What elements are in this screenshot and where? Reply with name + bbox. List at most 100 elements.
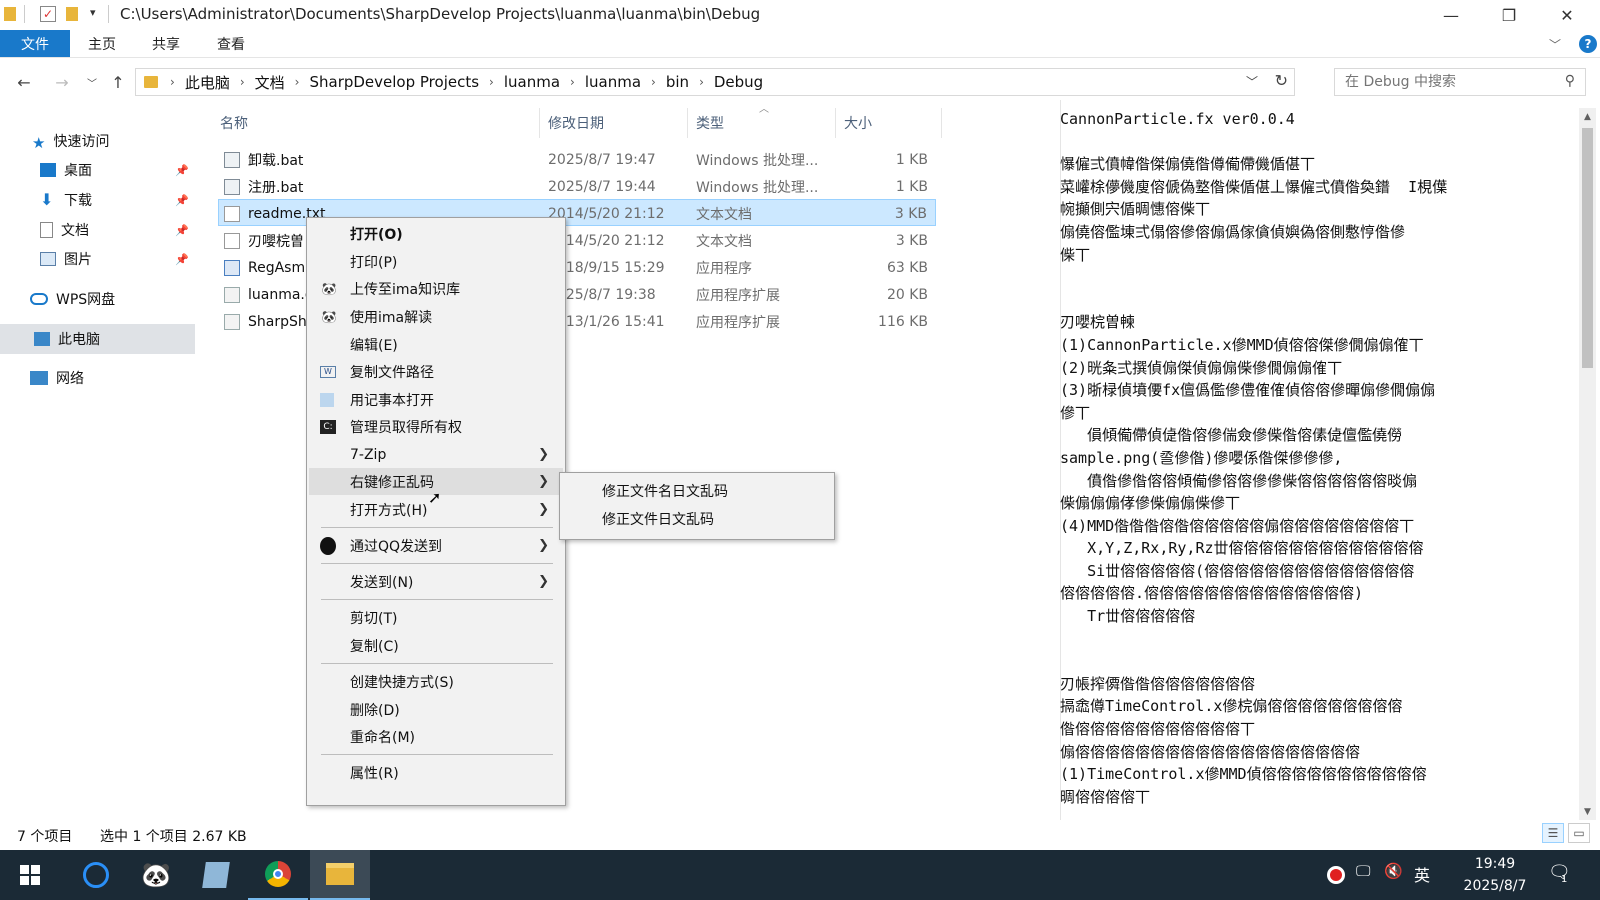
chevron-right-icon[interactable]: › — [570, 75, 575, 89]
menu-copy-path[interactable]: W 复制文件路径 — [309, 358, 563, 385]
tab-file[interactable]: 文件 — [0, 30, 70, 57]
menu-label: 管理员取得所有权 — [350, 419, 462, 436]
preview-scrollbar[interactable]: ▲ ▼ — [1579, 108, 1596, 820]
recent-locations-icon[interactable]: ﹀ — [80, 70, 104, 94]
breadcrumb-this-pc[interactable]: 此电脑 — [185, 72, 230, 93]
expand-ribbon-icon[interactable]: ﹀ — [1549, 36, 1561, 53]
chevron-right-icon[interactable]: › — [699, 75, 704, 89]
record-icon[interactable] — [1327, 866, 1345, 884]
tab-home[interactable]: 主页 — [88, 30, 116, 57]
column-header-modified[interactable]: 修改日期 — [540, 108, 688, 138]
new-folder-quick-icon[interactable] — [66, 7, 78, 21]
details-view-icon[interactable]: ☰ — [1542, 823, 1564, 843]
nav-this-pc[interactable]: 此电脑 — [0, 324, 195, 354]
breadcrumb-luanma-inner[interactable]: luanma — [585, 73, 641, 91]
ime-indicator[interactable]: 英 — [1414, 862, 1430, 886]
properties-quick-icon[interactable]: ✓ — [40, 6, 56, 22]
menu-7zip[interactable]: 7-Zip ❯ — [309, 441, 563, 468]
nav-quick-access[interactable]: ★ 快速访问 — [0, 126, 195, 156]
scroll-thumb[interactable] — [1582, 128, 1593, 368]
menu-delete[interactable]: 删除(D) — [309, 696, 563, 723]
dll-file-icon — [224, 286, 240, 303]
submenu-fix-file[interactable]: 修正文件日文乱码 — [602, 509, 714, 529]
taskbar-app-feishu[interactable] — [66, 850, 126, 900]
chevron-down-icon[interactable]: ﹀ — [1246, 73, 1258, 90]
scroll-down-icon[interactable]: ▼ — [1579, 803, 1596, 820]
sort-ascending-icon: ︿ — [759, 104, 769, 115]
breadcrumb-debug[interactable]: Debug — [714, 73, 763, 91]
file-row[interactable]: 注册.bat 2025/8/7 19:44 Windows 批处理... 1 K… — [220, 173, 936, 200]
start-button[interactable] — [0, 850, 60, 900]
menu-copy[interactable]: 复制(C) — [309, 632, 563, 659]
chevron-right-icon[interactable]: › — [489, 75, 494, 89]
file-row[interactable]: 卸载.bat 2025/8/7 19:47 Windows 批处理... 1 K… — [220, 146, 936, 173]
menu-ima-read[interactable]: 🐼 使用ima解读 — [309, 303, 563, 330]
menu-separator — [321, 754, 553, 755]
back-arrow-icon[interactable]: ← — [12, 70, 36, 94]
breadcrumb-sharpdevelop[interactable]: SharpDevelop Projects — [309, 73, 479, 91]
file-name: 卸载.bat — [248, 152, 304, 169]
menu-rename[interactable]: 重命名(M) — [309, 723, 563, 750]
menu-edit[interactable]: 编辑(E) — [309, 331, 563, 358]
column-headers: 名称 修改日期 类型 大小 ︿ — [212, 104, 942, 138]
tab-share[interactable]: 共享 — [152, 30, 180, 57]
menu-label: 复制(C) — [350, 638, 399, 655]
volume-muted-icon[interactable]: 🔇 — [1384, 862, 1403, 880]
minimize-button[interactable]: — — [1428, 0, 1474, 30]
file-size: 116 KB — [878, 313, 928, 330]
menu-create-shortcut[interactable]: 创建快捷方式(S) — [309, 668, 563, 695]
scroll-up-icon[interactable]: ▲ — [1579, 108, 1596, 125]
chevron-right-icon[interactable]: › — [651, 75, 656, 89]
nav-pictures[interactable]: 图片 📌 — [0, 244, 195, 274]
tab-view[interactable]: 查看 — [217, 30, 245, 57]
taskbar-app-chrome[interactable] — [248, 850, 308, 900]
nav-desktop[interactable]: 桌面 📌 — [0, 155, 195, 185]
menu-print[interactable]: 打印(P) — [309, 248, 563, 275]
column-header-size[interactable]: 大小 — [836, 108, 942, 138]
menu-take-ownership[interactable]: C: 管理员取得所有权 — [309, 413, 563, 440]
address-bar[interactable]: › 此电脑 › 文档 › SharpDevelop Projects › lua… — [135, 68, 1295, 96]
network-tray-icon[interactable]: 🖵 — [1356, 862, 1370, 880]
divider — [24, 5, 25, 23]
nav-network[interactable]: 网络 — [0, 363, 195, 393]
breadcrumb-luanma[interactable]: luanma — [504, 73, 560, 91]
menu-upload-ima[interactable]: 🐼 上传至ima知识库 — [309, 275, 563, 302]
file-date: 2025/8/7 19:44 — [548, 178, 656, 195]
search-input[interactable] — [1335, 69, 1545, 95]
chevron-right-icon[interactable]: › — [170, 75, 175, 89]
submenu-fix-filename[interactable]: 修正文件名日文乱码 — [602, 481, 728, 501]
breadcrumb-bin[interactable]: bin — [666, 73, 689, 91]
menu-open[interactable]: 打开(O) — [309, 220, 563, 247]
file-type: Windows 批处理... — [696, 152, 819, 169]
taskbar-app-ima[interactable]: 🐼 — [126, 850, 186, 900]
window-title: C:\Users\Administrator\Documents\SharpDe… — [120, 5, 761, 23]
refresh-icon[interactable]: ↻ — [1275, 71, 1288, 90]
menu-properties[interactable]: 属性(R) — [309, 759, 563, 786]
nav-downloads[interactable]: ⬇ 下载 📌 — [0, 185, 195, 215]
menu-send-to[interactable]: 发送到(N) ❯ — [309, 568, 563, 595]
chevron-right-icon[interactable]: › — [295, 75, 300, 89]
customize-quick-access-icon[interactable]: ▾ — [90, 6, 106, 22]
restore-button[interactable]: ❐ — [1486, 0, 1532, 30]
notification-icon[interactable]: 🗨 — [1548, 862, 1571, 883]
search-box[interactable]: ⚲ — [1334, 68, 1586, 96]
close-button[interactable]: ✕ — [1544, 0, 1590, 30]
breadcrumb-documents[interactable]: 文档 — [255, 72, 285, 93]
forward-arrow-icon[interactable]: → — [50, 70, 74, 94]
search-icon[interactable]: ⚲ — [1565, 73, 1575, 89]
clock[interactable]: 19:49 2025/8/7 — [1460, 853, 1530, 897]
menu-separator — [321, 527, 553, 528]
menu-cut[interactable]: 剪切(T) — [309, 604, 563, 631]
large-icons-view-icon[interactable]: ▭ — [1568, 823, 1590, 843]
taskbar-app-explorer[interactable] — [310, 850, 370, 900]
menu-notepad[interactable]: 用记事本打开 — [309, 386, 563, 413]
up-arrow-icon[interactable]: ↑ — [106, 70, 130, 94]
application-icon — [224, 259, 240, 276]
chevron-right-icon[interactable]: › — [240, 75, 245, 89]
taskbar-app-notes[interactable] — [186, 850, 246, 900]
nav-wps[interactable]: WPS网盘 — [0, 284, 195, 314]
nav-documents[interactable]: 文档 📌 — [0, 215, 195, 245]
menu-qq-send[interactable]: 通过QQ发送到 ❯ — [309, 532, 563, 559]
column-header-name[interactable]: 名称 — [212, 108, 540, 138]
help-icon[interactable]: ? — [1579, 35, 1597, 53]
